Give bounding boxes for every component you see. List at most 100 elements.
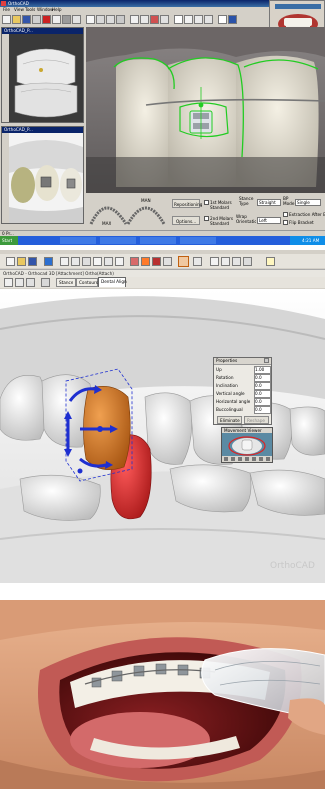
close-icon[interactable] bbox=[264, 358, 269, 363]
menu-view[interactable]: View bbox=[14, 7, 24, 12]
viewer-toolbar bbox=[222, 456, 272, 462]
intraoral-camera-view[interactable] bbox=[86, 27, 325, 193]
flip-bracket-checkbox[interactable] bbox=[283, 220, 288, 225]
property-value-input[interactable]: 0.0 bbox=[254, 374, 271, 382]
taskbar-item[interactable] bbox=[100, 237, 136, 244]
side-view-icon[interactable] bbox=[184, 15, 193, 24]
zoom-in-icon[interactable] bbox=[224, 457, 228, 461]
property-value-input[interactable]: 0.0 bbox=[254, 390, 271, 398]
arch-icon[interactable] bbox=[86, 15, 95, 24]
tooth-preview-icon bbox=[222, 433, 272, 456]
model-icon[interactable] bbox=[82, 257, 91, 266]
arch-upper-icon[interactable] bbox=[60, 257, 69, 266]
flip-bracket-label: Flip Bracket bbox=[289, 220, 314, 225]
grid-icon[interactable] bbox=[160, 15, 169, 24]
arch-lower-icon[interactable] bbox=[71, 257, 80, 266]
view-front-icon[interactable] bbox=[210, 257, 219, 266]
tooth-model-icon[interactable] bbox=[52, 15, 61, 24]
measure-icon[interactable] bbox=[163, 257, 172, 266]
measure-icon[interactable] bbox=[72, 15, 81, 24]
home-icon[interactable] bbox=[4, 278, 13, 287]
view-bottom-icon[interactable] bbox=[243, 257, 252, 266]
model-panel-bottom[interactable]: OrthoCAD_P... bbox=[1, 126, 84, 224]
save-icon[interactable] bbox=[22, 15, 31, 24]
wrap-orientation-label: Wrap Orientation bbox=[236, 214, 256, 224]
bp-mode-label: BP Mode bbox=[283, 196, 295, 206]
reset-icon[interactable] bbox=[252, 457, 256, 461]
menu-tools[interactable]: Tools bbox=[25, 7, 35, 12]
model-panel-top[interactable]: OrthoCAD_P... bbox=[1, 27, 84, 123]
movement-viewer[interactable]: Movement Viewer bbox=[221, 427, 273, 463]
menu-file[interactable]: File bbox=[3, 7, 10, 12]
save-icon[interactable] bbox=[28, 257, 37, 266]
bottom-view-icon[interactable] bbox=[204, 15, 213, 24]
gum-icon[interactable] bbox=[130, 257, 139, 266]
compare-icon[interactable] bbox=[104, 257, 113, 266]
scan-icon[interactable] bbox=[93, 257, 102, 266]
grid-icon[interactable] bbox=[193, 257, 202, 266]
bracket-icon[interactable] bbox=[62, 15, 71, 24]
tab-dental-align[interactable]: Dental Align bbox=[98, 277, 127, 287]
layer-icon[interactable] bbox=[218, 15, 227, 24]
stance-select[interactable]: Straight bbox=[257, 199, 281, 206]
property-value-input[interactable]: 0.0 bbox=[254, 398, 271, 406]
repositioning-button[interactable]: Repositioning bbox=[172, 199, 202, 208]
property-value-input[interactable]: 0.0 bbox=[254, 382, 271, 390]
taskbar-item[interactable] bbox=[60, 237, 96, 244]
lower-jaw-icon[interactable] bbox=[140, 15, 149, 24]
tooth-red-icon[interactable] bbox=[42, 15, 51, 24]
top-view-icon[interactable] bbox=[194, 15, 203, 24]
extraction-checkbox[interactable] bbox=[283, 212, 288, 217]
pan-icon[interactable] bbox=[106, 15, 115, 24]
tooth-move-icon[interactable] bbox=[141, 257, 150, 266]
new-icon[interactable] bbox=[6, 257, 15, 266]
attachment-editor-window: OrthoCAD - Orthocad 3D [Attachment] Orth… bbox=[0, 250, 325, 583]
attachment-icon[interactable] bbox=[152, 257, 161, 266]
reshape-button[interactable]: Reshape bbox=[244, 416, 269, 424]
tab-contours[interactable]: Contours bbox=[76, 278, 98, 287]
taskbar-item[interactable] bbox=[140, 237, 176, 244]
3d-viewport[interactable]: OrthoCAD Properties Up 1.00 Rotation 0.0… bbox=[0, 289, 325, 583]
bp-mode-select[interactable]: Single bbox=[295, 199, 321, 206]
occlusion-icon[interactable] bbox=[150, 15, 159, 24]
second-molars-checkbox[interactable] bbox=[204, 216, 209, 221]
fit-icon[interactable] bbox=[259, 457, 263, 461]
upper-jaw-icon[interactable] bbox=[130, 15, 139, 24]
zoom-out-icon[interactable] bbox=[231, 457, 235, 461]
active-tool-icon[interactable] bbox=[178, 256, 189, 267]
menu-help[interactable]: Help bbox=[52, 7, 62, 12]
forward-icon[interactable] bbox=[26, 278, 35, 287]
open-icon[interactable] bbox=[17, 257, 26, 266]
zoom-icon[interactable] bbox=[116, 15, 125, 24]
rotate-icon[interactable] bbox=[96, 15, 105, 24]
front-view-icon[interactable] bbox=[174, 15, 183, 24]
control-strip: MAX MAN Repositioning Options... 1st Mol… bbox=[86, 193, 325, 230]
arch-selector-diagram[interactable] bbox=[86, 194, 168, 229]
window-icon[interactable] bbox=[228, 15, 237, 24]
layout-icon[interactable] bbox=[41, 278, 50, 287]
settings-icon[interactable] bbox=[266, 457, 270, 461]
property-value-input[interactable]: 1.00 bbox=[254, 366, 271, 374]
help-icon[interactable] bbox=[266, 257, 275, 266]
property-value-input[interactable]: 0.0 bbox=[254, 406, 271, 414]
new-icon[interactable] bbox=[2, 15, 11, 24]
view-side-icon[interactable] bbox=[221, 257, 230, 266]
tab-row: Stance Contours Dental Align bbox=[0, 277, 325, 288]
back-icon[interactable] bbox=[15, 278, 24, 287]
taskbar-item[interactable] bbox=[180, 237, 216, 244]
start-button[interactable]: Start bbox=[0, 236, 18, 245]
options-button[interactable]: Options... bbox=[172, 216, 200, 225]
print-icon[interactable] bbox=[32, 15, 41, 24]
tooth-blue-icon[interactable] bbox=[44, 257, 53, 266]
rotate-icon[interactable] bbox=[238, 457, 242, 461]
property-row: Horizontal angle 0.0 bbox=[214, 398, 271, 406]
property-row: Inclination 0.0 bbox=[214, 382, 271, 390]
view-top-icon[interactable] bbox=[232, 257, 241, 266]
tab-stance[interactable]: Stance bbox=[56, 278, 76, 287]
section-icon[interactable] bbox=[115, 257, 124, 266]
wrap-select[interactable]: Left bbox=[257, 217, 281, 224]
pan-icon[interactable] bbox=[245, 457, 249, 461]
open-icon[interactable] bbox=[12, 15, 21, 24]
first-molars-checkbox[interactable] bbox=[204, 200, 209, 205]
eliminate-button[interactable]: Eliminate bbox=[217, 416, 242, 424]
